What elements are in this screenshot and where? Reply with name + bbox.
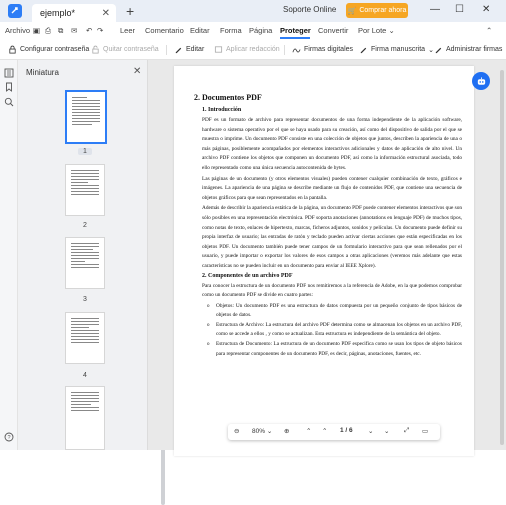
email-icon[interactable]: ✉ <box>71 26 77 35</box>
maximize-icon[interactable]: ☐ <box>455 4 464 15</box>
digital-signatures-button[interactable]: Firmas digitales <box>292 45 353 54</box>
buy-label: Comprar ahora <box>359 7 407 14</box>
bookmark-icon[interactable] <box>4 82 14 92</box>
menu-editar[interactable]: Editar <box>190 26 210 35</box>
zoom-toolbar: ⊖ 80% ⌄ ⊕ ⌃ ⌃ 1 / 6 ⌄ ⌄ ⤢ ▭ <box>228 424 440 440</box>
paragraph: Además de describir la apariencia estáti… <box>202 205 462 269</box>
collapse-ribbon-icon[interactable]: ⌃ <box>486 26 492 35</box>
help-icon[interactable]: ? <box>4 432 14 442</box>
zoom-in-icon[interactable]: ⊕ <box>284 427 289 435</box>
fit-width-icon[interactable]: ▭ <box>422 427 428 435</box>
paragraph: Las páginas de un documento (y otros ele… <box>202 175 462 201</box>
handwritten-signature-button[interactable]: Firma manuscrita ⌄ <box>359 45 434 54</box>
list-item: Objetos: Un documento PDF es una estruct… <box>207 302 462 321</box>
redact-edit-button[interactable]: Editar <box>174 45 204 54</box>
toolbar-divider <box>166 45 167 55</box>
page-thumbnail-3[interactable] <box>65 237 105 289</box>
share-icon[interactable]: ⧉ <box>58 26 63 36</box>
menu-leer[interactable]: Leer <box>120 26 135 35</box>
document-content: 2. Documentos PDF 1. Introducción PDF es… <box>194 93 462 359</box>
app-logo-icon <box>8 4 22 18</box>
page-thumbnail-5[interactable] <box>65 386 105 450</box>
page-thumbnail-1[interactable] <box>65 90 107 144</box>
page-thumbnail-4[interactable] <box>65 312 105 364</box>
prev-page-icon[interactable]: ⌃ <box>322 427 327 435</box>
document-viewer[interactable]: 2. Documentos PDF 1. Introducción PDF es… <box>148 60 506 456</box>
lock-icon <box>9 45 16 54</box>
close-panel-icon[interactable]: ✕ <box>133 66 141 77</box>
undo-icon[interactable]: ↶ <box>86 26 92 35</box>
svg-text:?: ? <box>7 435 10 441</box>
menu-proteger[interactable]: Proteger <box>280 26 311 35</box>
menu-por-lote[interactable]: Por Lote ⌄ <box>358 26 395 35</box>
left-icon-sidebar: ? <box>0 60 18 450</box>
active-menu-indicator <box>280 37 310 39</box>
page-indicator[interactable]: 1 / 6 <box>340 427 353 434</box>
unlock-icon <box>92 45 99 54</box>
apply-redaction-button[interactable]: Aplicar redacción <box>214 45 280 54</box>
minimize-icon[interactable]: — <box>430 4 440 15</box>
thumbnail-panel-title: Miniatura <box>26 68 59 77</box>
pen-icon <box>175 47 182 54</box>
subsection-heading: 2. Componentes de un archivo PDF <box>202 272 293 279</box>
menu-bar: Archivo ⌄ ▣ ⎙ ⧉ ✉ ↶ ↷ Leer Comentario Ed… <box>0 22 506 40</box>
zoom-out-icon[interactable]: ⊖ <box>234 427 239 435</box>
search-icon[interactable] <box>4 97 14 107</box>
close-tab-icon[interactable]: ✕ <box>102 8 110 19</box>
thumbnail-preview <box>71 392 99 413</box>
manage-signatures-button[interactable]: Administrar firmas <box>434 45 502 54</box>
thumbnail-preview <box>71 243 99 270</box>
remove-password-button[interactable]: Quitar contraseña <box>91 45 159 54</box>
paragraph: Para conocer la estructura de un documen… <box>202 282 462 299</box>
save-icon[interactable]: ▣ <box>33 26 40 35</box>
configure-password-button[interactable]: Configurar contraseña <box>8 45 89 54</box>
page-thumbnail-2[interactable] <box>65 164 105 216</box>
list-item: Estructura de Documento: La estructura d… <box>207 340 462 359</box>
section-heading: 2. Documentos PDF <box>194 93 262 102</box>
thumbnail-panel: Miniatura ✕ 1 2 3 4 <box>18 60 165 505</box>
next-page-icon[interactable]: ⌄ <box>368 427 373 435</box>
handwriting-icon <box>360 47 367 54</box>
close-window-icon[interactable]: ✕ <box>482 4 490 15</box>
signature-icon <box>292 48 301 53</box>
zoom-level[interactable]: 80% ⌄ <box>252 427 272 435</box>
robot-icon <box>477 76 485 85</box>
menu-pagina[interactable]: Página <box>249 26 272 35</box>
thumbnail-page-number: 2 <box>83 222 87 229</box>
support-link[interactable]: Soporte Online <box>283 5 336 14</box>
cart-icon: 🛒 <box>347 7 357 15</box>
list-item: Estructura de Archivo: La estructura del… <box>207 321 462 340</box>
document-scrollbar[interactable] <box>500 70 504 445</box>
redaction-icon <box>214 46 223 53</box>
menu-convertir[interactable]: Convertir <box>318 26 348 35</box>
thumbnail-page-number: 4 <box>83 372 87 379</box>
last-page-icon[interactable]: ⌄ <box>384 427 389 435</box>
redo-icon[interactable]: ↷ <box>97 26 103 35</box>
tab-title: ejemplo* <box>40 8 76 18</box>
thumbnail-preview <box>71 318 99 345</box>
buy-now-button[interactable]: 🛒 Comprar ahora <box>346 3 408 18</box>
ai-assistant-button[interactable] <box>472 72 490 90</box>
thumbnail-page-number: 3 <box>83 296 87 303</box>
fit-page-icon[interactable]: ⤢ <box>404 427 409 435</box>
manage-signatures-icon <box>435 47 442 54</box>
pdf-page: 2. Documentos PDF 1. Introducción PDF es… <box>174 66 474 456</box>
print-icon[interactable]: ⎙ <box>45 26 51 36</box>
thumbnail-page-number: 1 <box>78 148 92 155</box>
menu-forma[interactable]: Forma <box>220 26 242 35</box>
subsection-heading: 1. Introducción <box>202 107 242 113</box>
thumbnails-icon[interactable] <box>4 68 14 78</box>
menu-comentario[interactable]: Comentario <box>145 26 184 35</box>
toolbar-divider <box>284 45 285 55</box>
first-page-icon[interactable]: ⌃ <box>306 427 311 435</box>
document-tab[interactable]: ejemplo* ✕ <box>32 4 116 22</box>
thumbnail-preview <box>72 97 100 127</box>
thumbnail-preview <box>71 170 99 197</box>
protect-toolbar: Configurar contraseña Quitar contraseña … <box>0 40 506 60</box>
new-tab-icon[interactable]: + <box>126 4 134 18</box>
paragraph: PDF es un formato de archivo para repres… <box>202 117 462 171</box>
